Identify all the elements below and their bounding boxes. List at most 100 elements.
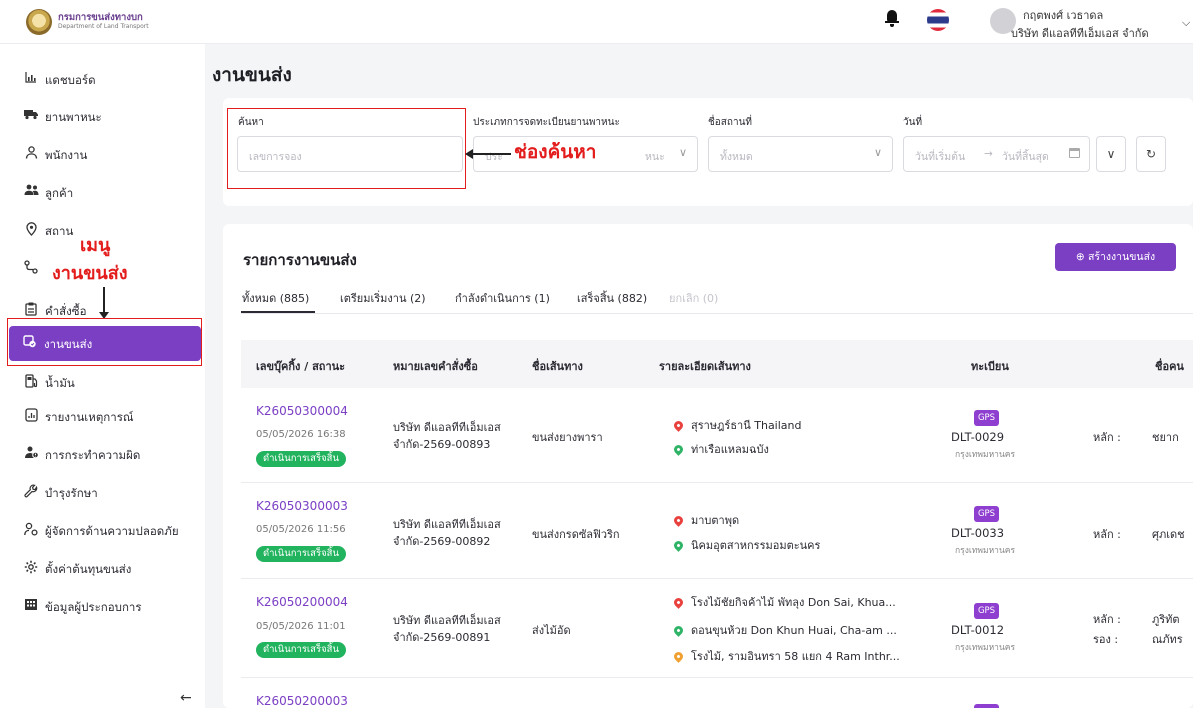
job-id-link[interactable]: K26050300003 xyxy=(256,499,348,513)
column-header: ทะเบียน xyxy=(971,360,1009,373)
location-pin-icon xyxy=(23,222,39,238)
violation-icon xyxy=(23,446,39,462)
sidebar-item-label: สถาน xyxy=(45,224,74,238)
plate-province: กรุงเทพมหานคร xyxy=(955,546,1016,556)
annotation-menu-line2: งานขนส่ง xyxy=(52,263,128,284)
sidebar-item-safety-manager[interactable]: ผู้จัดการด้านความปลอดภัย xyxy=(0,518,205,544)
vehicle-type-placeholder-start: ประ xyxy=(485,151,503,163)
route-stop: โรงไม้, รามอินทรา 58 แยก 4 Ram Inthr... xyxy=(672,647,900,665)
building-icon xyxy=(23,598,39,614)
order-number: จำกัด-2569-00893 xyxy=(393,438,491,451)
date-start-placeholder: วันที่เริ่มต้น xyxy=(915,151,966,163)
shipment-list-card: รายการงานขนส่ง ⊕ สร้างงานขนส่ง ทั้งหมด (… xyxy=(223,224,1193,708)
sidebar-item-cost-settings[interactable]: ตั้งค่าต้นทุนขนส่ง xyxy=(0,556,205,582)
route-name: ส่งไม้อัด xyxy=(532,624,571,637)
table-row[interactable]: K26050200004 05/05/2026 11:01 ดำเนินการเ… xyxy=(241,579,1193,678)
tab-cancelled[interactable]: ยกเลิก (0) xyxy=(669,289,718,307)
job-id-link[interactable]: K26050200004 xyxy=(256,595,348,609)
person-icon xyxy=(23,146,39,162)
wrench-icon xyxy=(23,484,39,500)
collapse-sidebar-arrow-icon[interactable]: ← xyxy=(180,690,192,706)
order-number: บริษัท ดีแอลทีทีเอ็มเอส xyxy=(393,518,501,531)
driver-name: ชยาก xyxy=(1152,431,1179,444)
tab-in-progress[interactable]: กำลังดำเนินการ (1) xyxy=(455,289,550,307)
table-row[interactable]: K26050300004 05/05/2026 16:38 ดำเนินการเ… xyxy=(241,388,1193,483)
tab-completed[interactable]: เสร็จสิ้น (882) xyxy=(577,289,647,307)
reset-filter-button[interactable]: ↻ xyxy=(1136,136,1166,172)
driver-name: ณภัทร xyxy=(1152,633,1183,646)
user-name[interactable]: กฤตพงศ์ เวธาดล xyxy=(1023,6,1103,24)
sidebar-item-operator-info[interactable]: ข้อมูลผู้ประกอบการ xyxy=(0,594,205,620)
license-plate: DLT-0012 xyxy=(951,623,1005,637)
dashboard-icon xyxy=(23,71,39,87)
date-end-placeholder: วันที่สิ้นสุด xyxy=(1002,151,1049,163)
tab-preparing[interactable]: เตรียมเริ่มงาน (2) xyxy=(340,289,426,307)
location-value: ทั้งหมด xyxy=(720,151,753,163)
sidebar-item-incident-report[interactable]: รายงานเหตุการณ์ xyxy=(0,404,205,430)
dlt-logo xyxy=(26,9,52,35)
origin-pin-icon xyxy=(672,514,685,527)
location-label: ชื่อสถานที่ xyxy=(708,117,752,128)
sidebar-item-label: ยานพาหนะ xyxy=(45,110,102,124)
expand-filter-button[interactable]: ∨ xyxy=(1096,136,1126,172)
route-icon xyxy=(23,260,39,276)
sidebar-item-vehicles[interactable]: ยานพาหนะ xyxy=(0,104,205,130)
order-number: จำกัด-2569-00892 xyxy=(393,535,491,548)
column-header: รายละเอียดเส้นทาง xyxy=(659,360,751,373)
column-header: เลขบุ๊คกิ้ง / สถานะ xyxy=(256,360,346,373)
route-stop: โรงไม้ชัยกิจค้าไม้ พัทลุง Don Sai, Khua.… xyxy=(672,593,896,611)
driver-role: หลัก : xyxy=(1093,431,1121,444)
sidebar-item-dashboard[interactable]: แดชบอร์ด xyxy=(0,67,205,93)
date-range-picker[interactable]: วันที่เริ่มต้น → วันที่สิ้นสุด xyxy=(903,136,1090,172)
sidebar-item-customers[interactable]: ลูกค้า xyxy=(0,180,205,206)
sidebar: แดชบอร์ด ยานพาหนะ พนักงาน ลูกค้า สถาน คำ… xyxy=(0,44,205,708)
license-plate: DLT-0033 xyxy=(951,526,1005,540)
route-name: ขนส่งยางพารา xyxy=(532,431,603,444)
date-arrow: → xyxy=(984,148,993,160)
group-icon xyxy=(23,184,39,200)
thai-flag-icon[interactable] xyxy=(927,9,949,31)
gps-badge xyxy=(974,704,999,708)
vehicle-type-placeholder-end: หนะ xyxy=(645,151,665,163)
annotation-arrow-down xyxy=(103,287,105,315)
plate-province: กรุงเทพมหานคร xyxy=(955,450,1016,460)
job-date: 05/05/2026 11:56 xyxy=(256,524,346,535)
stop-pin-icon xyxy=(672,650,685,663)
job-id-link[interactable]: K26050300004 xyxy=(256,404,348,418)
route-stop: ท่าเรือแหลมฉบัง xyxy=(672,440,769,458)
chevron-down-icon: ∨ xyxy=(873,146,882,159)
sidebar-item-violations[interactable]: การกระทำความผิด xyxy=(0,442,205,468)
driver-role: รอง : xyxy=(1093,633,1119,646)
table-row[interactable]: K26050300003 05/05/2026 11:56 ดำเนินการเ… xyxy=(241,483,1193,579)
calendar-icon xyxy=(1069,148,1080,158)
settings-icon xyxy=(23,560,39,576)
column-header: หมายเลขคำสั่งซื้อ xyxy=(393,360,478,373)
route-stop: สุราษฎร์ธานี Thailand xyxy=(672,416,802,434)
user-company[interactable]: บริษัท ดีแอลทีทีเอ็มเอส จำกัด xyxy=(1011,24,1149,42)
page-title: งานขนส่ง xyxy=(212,64,292,86)
sidebar-item-label: ลูกค้า xyxy=(45,186,74,200)
create-shipment-button[interactable]: ⊕ สร้างงานขนส่ง xyxy=(1055,243,1176,271)
destination-pin-icon xyxy=(672,624,685,637)
sidebar-item-label: รายงานเหตุการณ์ xyxy=(45,410,134,424)
column-header: ชื่อเส้นทาง xyxy=(532,360,583,373)
safety-manager-icon xyxy=(23,522,39,538)
fuel-icon xyxy=(23,374,39,390)
annotation-search-label: ช่องค้นหา xyxy=(511,137,600,167)
chevron-down-icon[interactable]: ⌵ xyxy=(1182,16,1190,30)
job-id-link[interactable]: K26050200003 xyxy=(256,694,348,708)
sidebar-item-maintenance[interactable]: บำรุงรักษา xyxy=(0,480,205,506)
sidebar-item-fuel[interactable]: น้ำมัน xyxy=(0,370,205,396)
tab-all[interactable]: ทั้งหมด (885) xyxy=(242,289,309,307)
sidebar-item-employees[interactable]: พนักงาน xyxy=(0,142,205,168)
route-stop: นิคมอุตสาหกรรมอมตะนคร xyxy=(672,536,820,554)
list-title: รายการงานขนส่ง xyxy=(243,251,357,269)
bell-icon[interactable] xyxy=(885,10,899,27)
table-row[interactable]: K26050200003 xyxy=(241,678,1193,708)
location-select[interactable]: ทั้งหมด ∨ xyxy=(708,136,893,172)
sidebar-item-label: แดชบอร์ด xyxy=(45,73,96,87)
plate-province: กรุงเทพมหานคร xyxy=(955,643,1016,653)
status-badge: ดำเนินการเสร็จสิ้น xyxy=(256,451,346,467)
order-number: บริษัท ดีแอลทีทีเอ็มเอส xyxy=(393,421,501,434)
sidebar-item-label: บำรุงรักษา xyxy=(45,486,98,500)
